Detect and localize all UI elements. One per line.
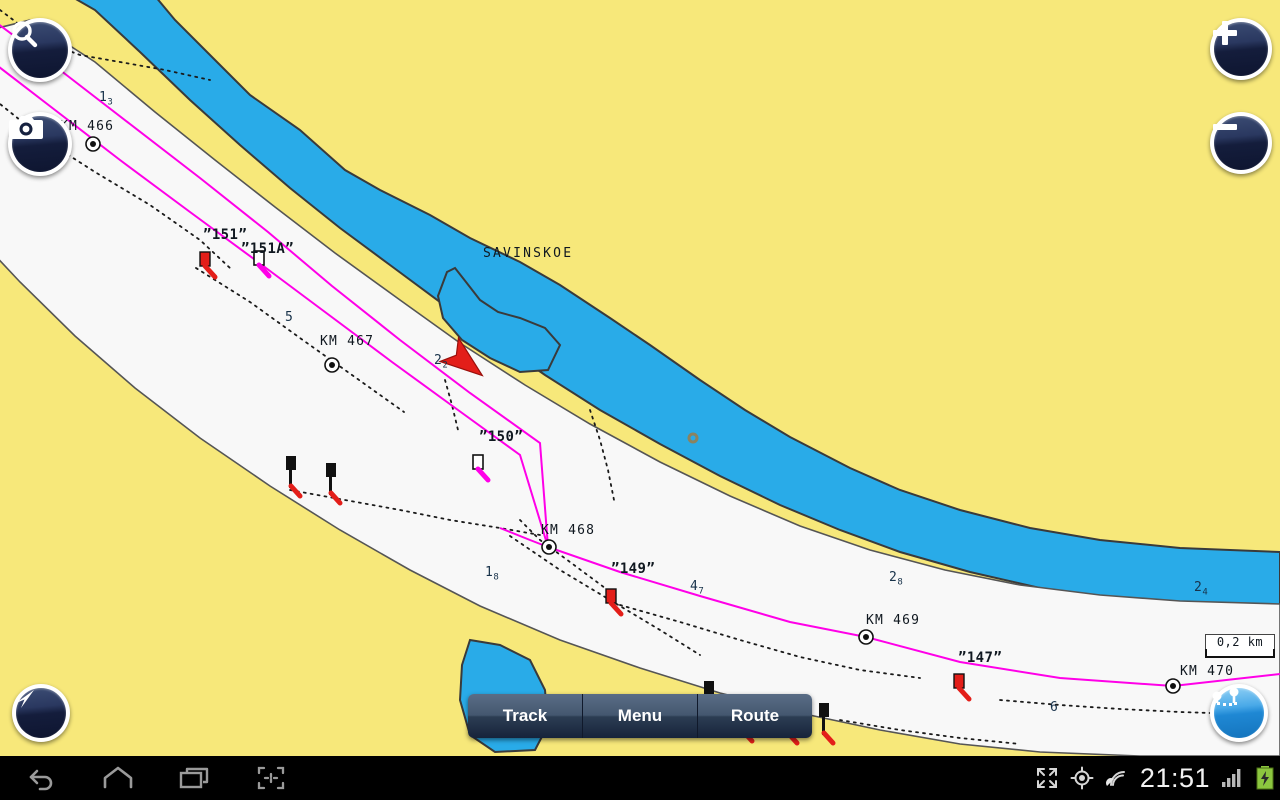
km-label-468: KM 468 [541,523,596,538]
depth-sounding: 47 [690,579,704,597]
android-status-area: 21:51 [1035,756,1274,800]
track-button[interactable]: Track [468,694,583,738]
home-button[interactable] [85,756,151,800]
battery-charging-icon [1256,766,1274,790]
buoy-label-147: ”147” [958,650,1003,666]
depth-whole: 6 [1050,700,1059,715]
nautical-chart-map[interactable]: SAVINSKOE KM 466 KM 467 KM 468 KM 469 KM… [0,0,1280,756]
buoy-label-149: ”149” [611,561,656,577]
recents-icon [179,767,209,789]
device-screen: SAVINSKOE KM 466 KM 467 KM 468 KM 469 KM… [0,0,1280,800]
camera-icon [9,116,43,139]
depth-sounding: 28 [889,570,903,588]
route-editor-button[interactable] [1210,684,1268,742]
camera-button[interactable] [8,112,72,176]
scale-bar: 0,2 km [1205,634,1275,658]
map-action-toolbar: Track Menu Route [468,694,812,738]
buoy-label-151a: ”151A” [241,241,294,257]
plus-icon [1213,21,1237,45]
screenshot-icon [257,766,285,790]
route-waypoints-icon [1212,687,1239,706]
cell-signal-icon [1222,769,1241,787]
minus-icon [1213,124,1237,130]
buoy-label-150: ”150” [479,429,524,445]
depth-decimal: 4 [1202,587,1209,598]
search-button[interactable] [8,18,72,82]
recents-button[interactable] [162,756,228,800]
depth-whole: 5 [285,310,294,325]
depth-decimal: 7 [698,586,705,597]
scale-bar-label: 0,2 km [1205,634,1275,649]
depth-decimal: 8 [493,572,500,583]
depth-decimal: 2 [442,360,449,371]
home-icon [103,766,133,789]
depth-sounding: 6 [1050,700,1058,718]
search-icon [12,21,38,48]
depth-sounding: 5 [285,310,293,328]
status-clock: 21:51 [1139,762,1210,793]
menu-button[interactable]: Menu [583,694,698,738]
km-label-470: KM 470 [1180,664,1235,679]
chart-vector-layer [0,0,1280,756]
back-icon [29,769,53,791]
zoom-in-button[interactable] [1210,18,1272,80]
scale-bar-rule [1205,649,1275,658]
depth-sounding: 24 [1194,580,1208,598]
route-button[interactable]: Route [698,694,812,738]
gps-location-icon [1070,766,1094,790]
zoom-out-button[interactable] [1210,112,1272,174]
center-position-button[interactable] [12,684,70,742]
fullscreen-icon[interactable] [1035,766,1059,790]
place-label-savinskoe: SAVINSKOE [483,246,574,261]
back-button[interactable] [10,756,76,800]
km-label-467: KM 467 [320,334,375,349]
depth-sounding: 18 [485,565,499,583]
screenshot-button[interactable] [238,756,304,800]
km-label-469: KM 469 [866,613,921,628]
depth-sounding: 22 [434,353,448,371]
wifi-signal-icon [1105,771,1125,786]
depth-decimal: 8 [897,577,904,588]
navigation-arrow-icon [16,690,34,708]
depth-sounding: 13 [99,90,113,108]
depth-decimal: 3 [107,97,114,108]
